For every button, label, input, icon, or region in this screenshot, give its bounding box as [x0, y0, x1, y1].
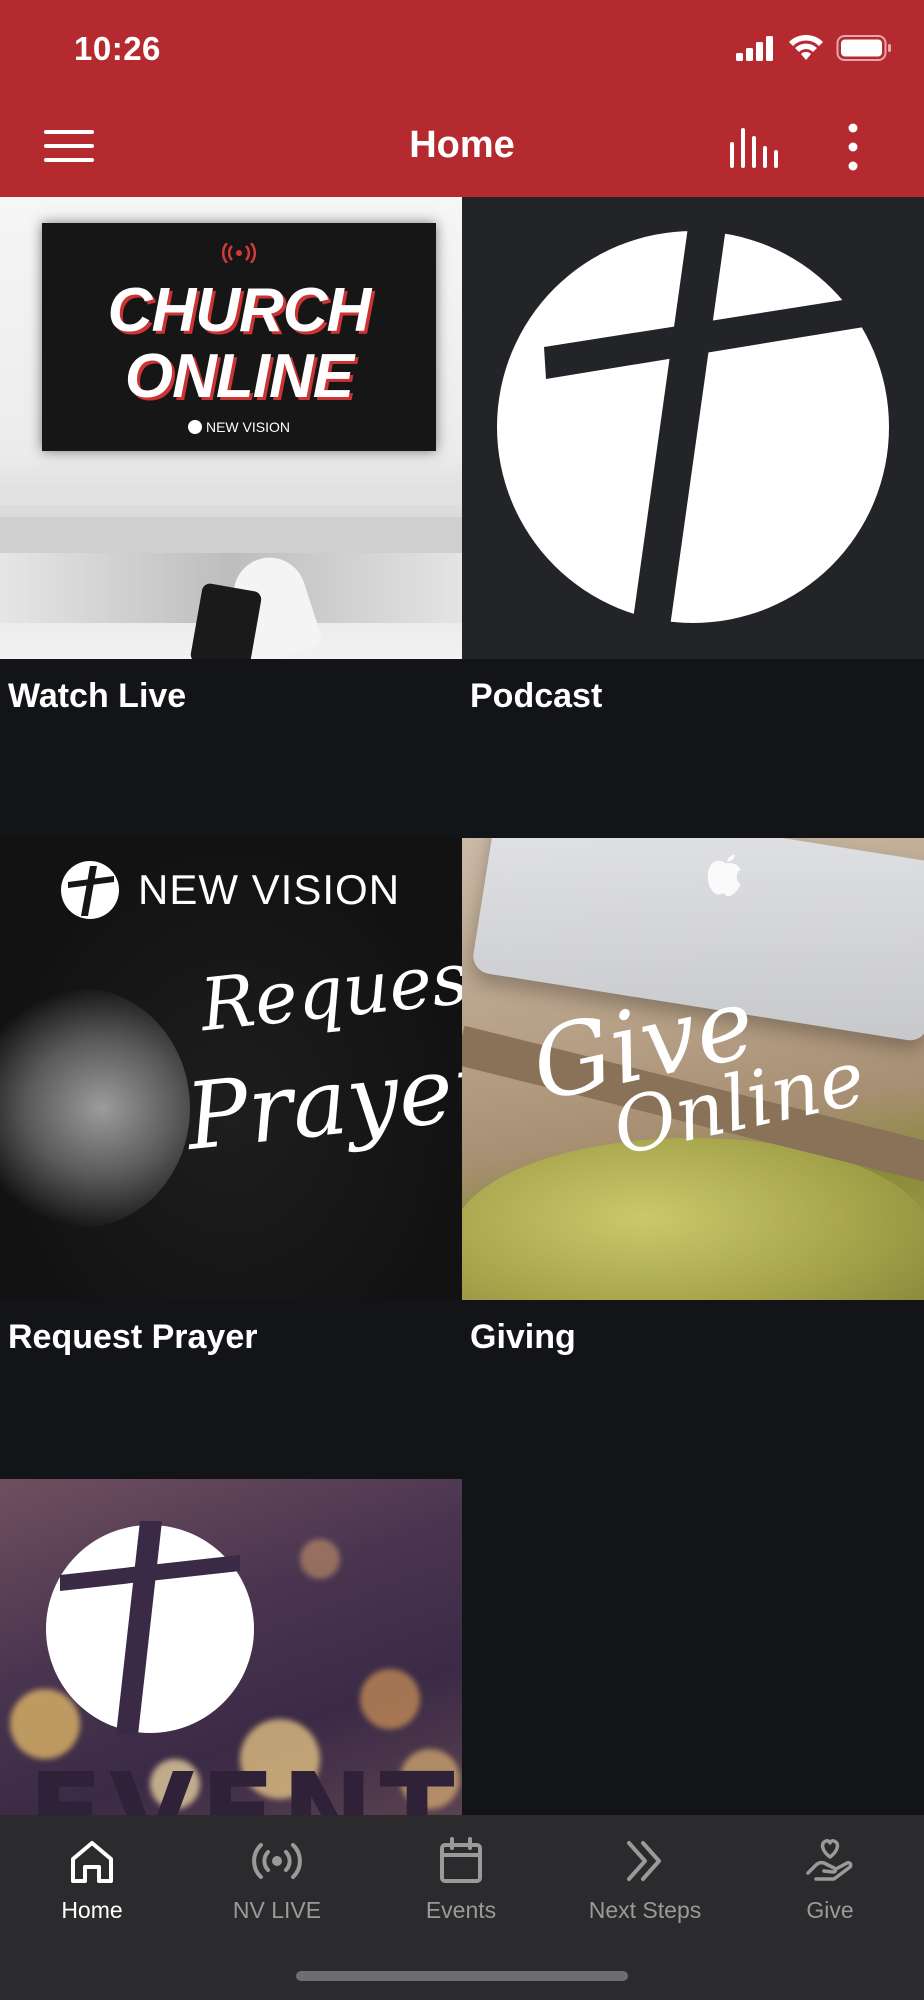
nav-next-steps[interactable]: Next Steps: [553, 1815, 737, 1935]
prayer-brand: NEW VISION: [138, 866, 401, 913]
nav-events[interactable]: Events: [369, 1815, 553, 1935]
nav-nv-live-label: NV LIVE: [232, 1897, 322, 1923]
nav-next-steps-label: Next Steps: [588, 1897, 702, 1923]
tv-brand-label: NEW VISION: [205, 419, 290, 435]
church-online-line2: ONLINE: [124, 342, 354, 411]
tv-screen: CHURCH ONLINE NEW VISION: [42, 223, 436, 451]
nav-nv-live[interactable]: NV LIVE: [185, 1815, 369, 1935]
tile-label-podcast: Podcast: [470, 677, 603, 715]
nav-give[interactable]: Give: [738, 1815, 922, 1935]
giving-image: Give Online: [462, 838, 924, 1300]
home-indicator[interactable]: [296, 1971, 628, 1981]
tile-label-watch-live: Watch Live: [8, 677, 187, 715]
tile-label-giving: Giving: [470, 1318, 576, 1356]
calendar-icon: [440, 1837, 482, 1883]
nav-home[interactable]: Home: [0, 1815, 184, 1935]
equalizer-icon[interactable]: [728, 124, 780, 168]
nav-events-label: Events: [425, 1897, 497, 1923]
events-word: EVENTS: [28, 1749, 462, 1815]
broadcast-icon: [252, 1843, 302, 1879]
nav-give-label: Give: [806, 1897, 854, 1923]
request-prayer-image: NEW VISION Request Prayer: [0, 838, 462, 1300]
cross-logo-icon: [46, 1521, 254, 1735]
app-header: 10:26 Home: [0, 0, 924, 197]
battery-icon: [836, 35, 891, 61]
cross-logo-icon: [497, 227, 889, 627]
broadcast-icon: [222, 243, 256, 263]
church-online-line1: CHURCH: [107, 276, 372, 345]
apple-logo-icon: [707, 854, 741, 897]
signal-icon: [736, 36, 773, 61]
events-image: EVENTS: [0, 1479, 462, 1815]
nav-home-label: Home: [61, 1897, 123, 1923]
home-icon: [71, 1841, 113, 1883]
double-chevron-icon: [627, 1841, 661, 1881]
hand-heart-icon: [806, 1839, 853, 1881]
page-title: Home: [409, 124, 515, 166]
wifi-icon: [789, 34, 823, 60]
cross-logo-icon: [187, 420, 202, 434]
podcast-image: [462, 197, 924, 659]
status-time: 10:26: [74, 30, 161, 67]
tv-brand-row: NEW VISION: [42, 419, 436, 435]
watch-live-image: CHURCH ONLINE NEW VISION: [0, 197, 462, 659]
status-icons: [736, 34, 892, 62]
tile-label-request-prayer: Request Prayer: [8, 1318, 258, 1356]
more-options-icon[interactable]: [838, 122, 868, 172]
cross-logo-icon: [61, 861, 119, 919]
